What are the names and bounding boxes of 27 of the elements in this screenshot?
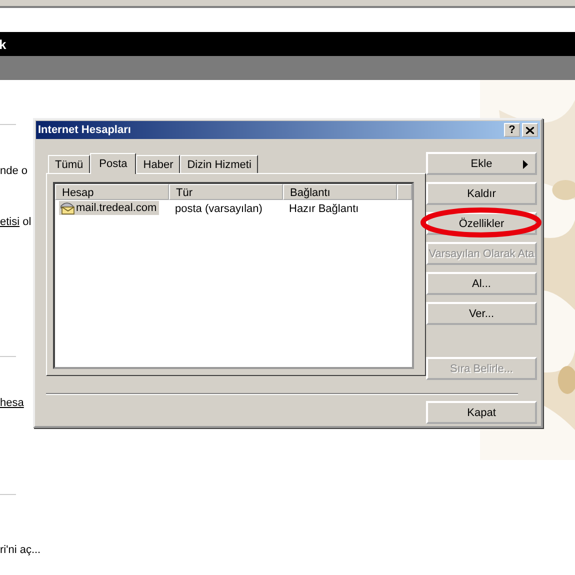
account-item[interactable]: mail.tredeal.com [59, 200, 159, 214]
button[interactable]: Ver... [426, 302, 537, 325]
body-text: etisi ol [0, 216, 32, 228]
window-title: Internet Hesapları [38, 124, 132, 136]
close-icon [526, 126, 534, 134]
right-arrow-icon [523, 160, 528, 169]
table-cell-text: posta (varsayılan) [174, 203, 264, 215]
tab[interactable]: Posta [90, 153, 136, 174]
button[interactable]: Al... [426, 272, 537, 295]
mail-account-icon [59, 200, 75, 214]
button[interactable]: Ekle [426, 152, 537, 175]
body-text: nde o [0, 165, 28, 177]
body-text: ri'ni aç... [0, 544, 41, 556]
column-header[interactable]: Hesap [55, 184, 169, 200]
table-cell-text: Hazır Bağlantı [288, 203, 359, 215]
button[interactable]: Kaldır [426, 182, 537, 205]
close-dialog-button[interactable]: Kapat [426, 401, 537, 424]
help-button[interactable]: ? [504, 123, 520, 137]
close-button[interactable] [522, 123, 538, 137]
tab[interactable]: Haber [136, 155, 180, 173]
column-header[interactable]: Bağlantı [283, 184, 397, 200]
header-text: k [0, 36, 6, 52]
column-header[interactable]: Tür [169, 184, 283, 200]
tab[interactable]: Dizin Hizmeti [180, 155, 258, 173]
tab[interactable]: Tümü [48, 155, 90, 173]
link[interactable]: etisi [0, 216, 20, 228]
link[interactable]: hesa [0, 397, 24, 409]
